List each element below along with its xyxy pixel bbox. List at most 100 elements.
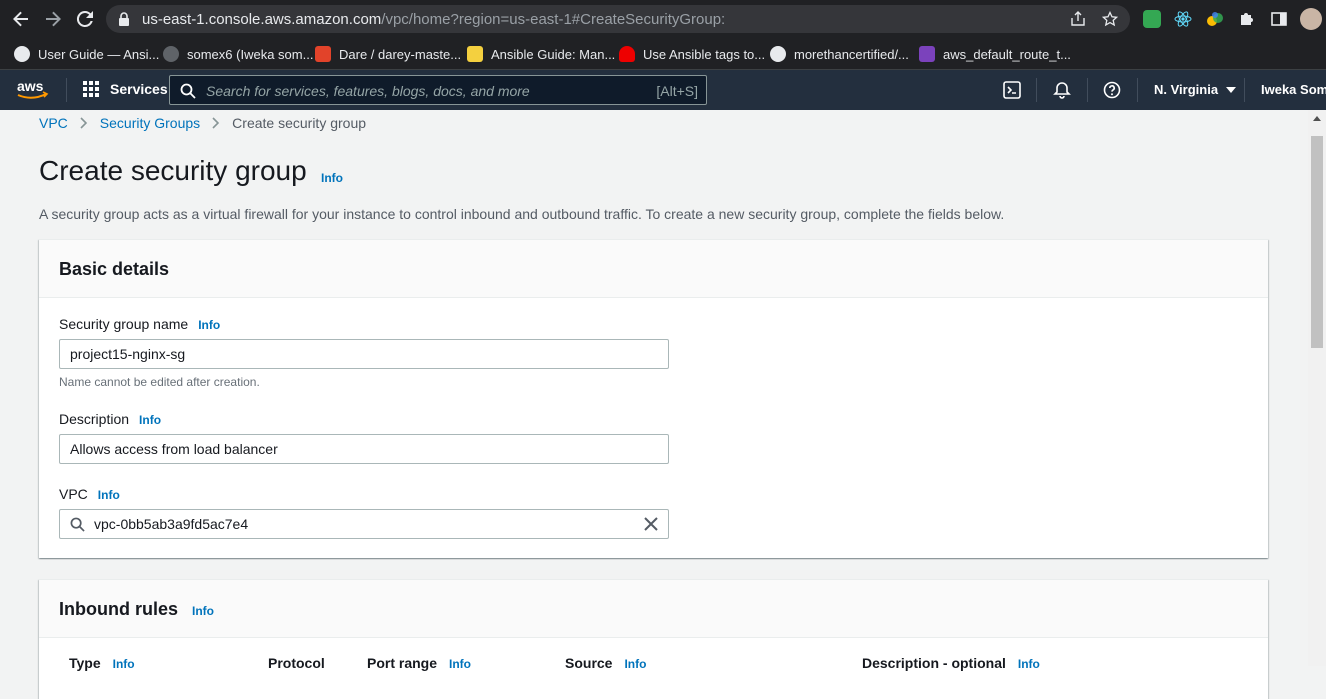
divider [1244,78,1245,102]
browser-toolbar: us-east-1.console.aws.amazon.com/vpc/hom… [0,0,1326,38]
title-info-link[interactable]: Info [321,171,343,185]
account-menu[interactable]: Iweka Somto [1261,82,1326,97]
search-icon [70,517,85,532]
aws-top-nav: aws Services Search for services, featur… [0,70,1326,110]
bookmark-item[interactable]: Dare / darey-maste... [315,44,461,64]
divider [1087,78,1088,102]
column-protocol: Protocol [268,655,325,671]
search-shortcut: [Alt+S] [656,83,698,99]
terraform-icon [919,46,935,62]
extension-green-icon[interactable] [1143,10,1161,28]
aws-logo[interactable]: aws [16,78,50,102]
arrow-right-icon [46,11,61,27]
basic-details-heading: Basic details [59,259,170,279]
close-icon[interactable] [644,517,658,531]
info-link[interactable]: Info [198,318,220,332]
search-icon [180,83,196,99]
divider [1036,78,1037,102]
info-link[interactable]: Info [139,413,161,427]
chevron-right-icon [80,117,87,129]
region-selector[interactable]: N. Virginia [1154,82,1237,97]
chevron-right-icon [212,117,220,129]
bell-icon[interactable] [1053,81,1071,99]
column-description: Description - optional Info [862,655,1040,671]
bookmark-item[interactable]: Ansible Guide: Man... [467,44,615,64]
puzzle-icon[interactable] [1238,10,1256,28]
column-label: Protocol [268,655,325,671]
vpc-value: vpc-0bb5ab3a9fd5ac7e4 [94,516,249,532]
lock-icon [119,12,129,26]
reload-icon [76,10,93,27]
arrow-left-icon [13,11,28,27]
security-group-name-input[interactable] [59,339,669,369]
sidepanel-icon[interactable] [1270,10,1288,28]
page-description: A security group acts as a virtual firew… [39,206,1005,222]
vpc-select-input[interactable]: vpc-0bb5ab3a9fd5ac7e4 [59,509,669,539]
breadcrumb-vpc[interactable]: VPC [39,115,68,131]
name-hint: Name cannot be edited after creation. [59,375,260,389]
user-name: Iweka Somto [1261,82,1326,97]
info-link[interactable]: Info [113,657,135,671]
help-icon[interactable] [1103,81,1121,99]
breadcrumb-security-groups[interactable]: Security Groups [100,115,200,131]
bookmark-item[interactable]: morethancertified/... [770,44,909,64]
page-title: Create security group [39,155,307,186]
basic-details-panel: Basic details Security group name Info Na… [39,239,1268,558]
react-devtools-icon[interactable] [1174,10,1192,28]
inbound-rules-panel: Inbound rules Info Type Info Protocol Port… [39,579,1268,699]
description-input[interactable] [59,434,669,464]
grid-icon [83,81,99,97]
region-label: N. Virginia [1154,82,1219,97]
column-label: Port range [367,655,438,671]
panel-header: Basic details [39,240,1268,298]
column-source: Source Info [565,655,646,671]
github-icon [770,46,786,62]
label-text: VPC [59,486,88,502]
reload-button[interactable] [71,5,99,33]
info-link[interactable]: Info [98,488,120,502]
security-group-name-label: Security group name Info [59,316,220,332]
heading-text: Inbound rules [59,599,178,619]
aws-search-input[interactable]: Search for services, features, blogs, do… [169,75,707,105]
divider [66,78,67,102]
info-link[interactable]: Info [1018,657,1040,671]
column-label: Description - optional [862,655,1006,671]
back-button[interactable] [7,5,35,33]
vpc-label: VPC Info [59,486,120,502]
scroll-up-arrow-icon[interactable] [1313,116,1321,121]
github-icon [163,46,179,62]
column-port-range: Port range Info [367,655,471,671]
info-link[interactable]: Info [624,657,646,671]
search-placeholder: Search for services, features, blogs, do… [206,83,530,99]
divider [1137,78,1138,102]
bookmark-item[interactable]: User Guide — Ansi... [14,44,159,64]
colorful-extension-icon[interactable] [1206,10,1224,28]
forward-button[interactable] [39,5,67,33]
gitlab-icon [315,46,331,62]
cloudshell-icon[interactable] [1003,81,1021,99]
caret-down-icon [1226,86,1237,93]
bookmark-item[interactable]: aws_default_route_t... [919,44,1071,64]
breadcrumb-current: Create security group [232,115,367,131]
column-label: Type [69,655,101,671]
breadcrumb: VPC Security Groups Create security grou… [39,115,366,131]
info-link[interactable]: Info [449,657,471,671]
info-link[interactable]: Info [192,604,214,618]
address-bar[interactable]: us-east-1.console.aws.amazon.com/vpc/hom… [106,5,1130,33]
profile-avatar[interactable] [1300,8,1322,30]
services-label: Services [110,81,168,97]
redhat-icon [619,46,635,62]
ribbon-icon [467,46,483,62]
scroll-thumb[interactable] [1311,136,1323,348]
label-text: Description [59,411,130,427]
bookmark-item[interactable]: Use Ansible tags to... [619,44,765,64]
inbound-rules-heading: Inbound rules Info [59,599,214,620]
column-label: Source [565,655,613,671]
share-icon[interactable] [1070,11,1086,27]
bookmark-item[interactable]: somex6 (Iweka som... [163,44,313,64]
ansible-icon [14,46,30,62]
star-icon[interactable] [1102,11,1118,27]
page-scrollbar[interactable] [1308,110,1326,666]
column-type: Type Info [69,655,135,671]
services-menu-button[interactable]: Services [82,80,168,98]
